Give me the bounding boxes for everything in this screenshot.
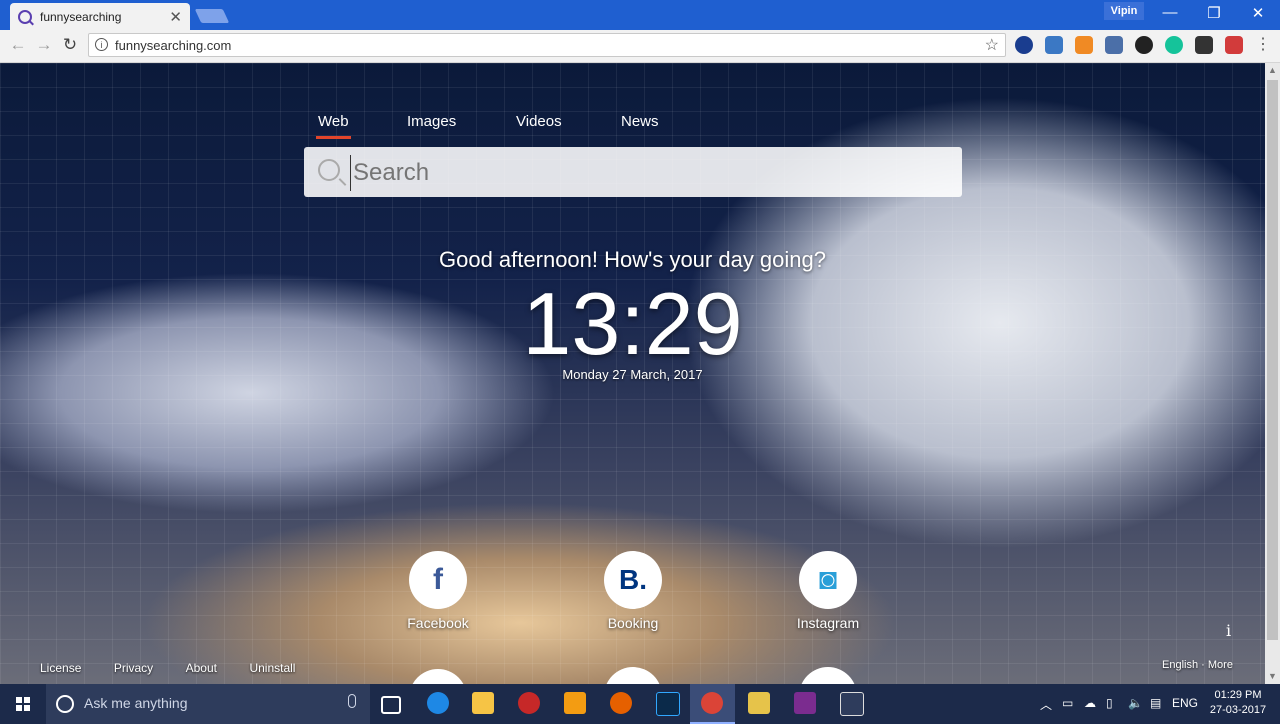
footer-license-link[interactable]: License: [40, 661, 81, 675]
photoshop-icon[interactable]: [656, 692, 680, 716]
folder-icon[interactable]: [748, 692, 770, 714]
tile-label: Booking: [607, 615, 659, 631]
browser-titlebar: funnysearching ✕ Vipin — ❐ ✕: [0, 0, 1280, 30]
booking-icon: B.: [604, 551, 662, 609]
language-indicator[interactable]: ENG: [1172, 696, 1198, 710]
cortana-icon: [56, 695, 74, 713]
search-icon: [318, 159, 340, 181]
back-arrow-icon[interactable]: ←: [8, 35, 28, 55]
info-icon[interactable]: i: [1226, 621, 1231, 640]
maximize-icon[interactable]: ❐: [1199, 4, 1229, 22]
file-explorer-icon[interactable]: [472, 692, 494, 714]
start-button[interactable]: [0, 684, 46, 724]
battery-icon[interactable]: ▭: [1062, 696, 1073, 710]
windows-logo-icon: [16, 697, 30, 711]
instagram-icon: ◙: [799, 551, 857, 609]
tab-web[interactable]: Web: [316, 113, 351, 139]
language-link[interactable]: English: [1162, 659, 1198, 671]
new-tab-button[interactable]: [194, 9, 230, 23]
tile-facebook[interactable]: f Facebook: [388, 551, 488, 631]
taskbar-time: 01:29 PM: [1214, 689, 1262, 701]
footer-links: License Privacy About Uninstall: [40, 659, 323, 677]
footer-uninstall-link[interactable]: Uninstall: [249, 661, 295, 675]
tile-label: Instagram: [796, 615, 860, 631]
facebook-icon: f: [409, 551, 467, 609]
info-icon[interactable]: i: [95, 38, 108, 51]
search-box: [304, 147, 962, 197]
microphone-icon[interactable]: [348, 694, 356, 708]
power-app-icon[interactable]: [518, 692, 540, 714]
tab-title: funnysearching: [40, 9, 122, 24]
cortana-search[interactable]: Ask me anything: [46, 684, 370, 724]
new-tab-page: Web Images Videos News Good afternoon! H…: [0, 63, 1280, 684]
scroll-up-icon[interactable]: ▲: [1265, 63, 1280, 78]
tile-label: Facebook: [407, 615, 469, 631]
forward-arrow-icon[interactable]: →: [34, 35, 54, 55]
extension-m-icon[interactable]: [1195, 36, 1213, 54]
more-link[interactable]: More: [1208, 659, 1233, 671]
onenote-icon[interactable]: [794, 692, 816, 714]
search-type-tabs: Web Images Videos News: [300, 113, 680, 143]
extension-user-icon[interactable]: [1045, 36, 1063, 54]
tile-instagram[interactable]: ◙ Instagram: [778, 551, 878, 631]
tray-chevron-icon[interactable]: ︿: [1040, 696, 1052, 713]
browser-tab[interactable]: funnysearching ✕: [10, 3, 190, 30]
greeting-text: Good afternoon! How's your day going?: [439, 247, 826, 272]
extension-eyedropper-icon[interactable]: [1105, 36, 1123, 54]
task-view-icon[interactable]: [381, 696, 401, 714]
footer-separator: ·: [1201, 659, 1208, 671]
chrome-icon: [701, 692, 723, 714]
extension-plus-icon[interactable]: [1225, 36, 1243, 54]
windows-taskbar: Ask me anything ︿ ▭ ☁ ▯ 🔈 ▤ ENG 01:29 PM…: [0, 684, 1280, 724]
scroll-down-icon[interactable]: ▼: [1265, 669, 1280, 684]
tab-videos[interactable]: Videos: [516, 113, 562, 130]
scroll-thumb[interactable]: [1267, 80, 1278, 640]
date-display: Monday 27 March, 2017: [562, 367, 703, 382]
clock-display: 13:29: [522, 274, 743, 373]
notifications-icon[interactable]: ▤: [1150, 696, 1161, 710]
address-bar[interactable]: i funnysearching.com ☆: [88, 33, 1006, 57]
firefox-icon[interactable]: [610, 692, 632, 714]
bookmark-star-icon[interactable]: ☆: [985, 35, 999, 55]
edge-browser-icon[interactable]: [427, 692, 449, 714]
taskbar-date: 27-03-2017: [1209, 704, 1267, 716]
close-window-icon[interactable]: ✕: [1243, 4, 1273, 22]
page-scrollbar[interactable]: ▲ ▼: [1265, 63, 1280, 684]
volume-icon[interactable]: 🔈: [1128, 696, 1143, 710]
calculator-icon[interactable]: [840, 692, 864, 716]
minimize-icon[interactable]: —: [1155, 4, 1185, 21]
cloud-icon[interactable]: ☁: [1084, 696, 1096, 710]
network-icon[interactable]: ▯: [1106, 696, 1113, 710]
search-favicon-icon: [18, 9, 32, 24]
taskbar-clock[interactable]: 01:29 PM 27-03-2017: [1206, 688, 1270, 718]
extension-dark-icon[interactable]: [1135, 36, 1153, 54]
tab-close-icon[interactable]: ✕: [169, 8, 182, 26]
menu-kebab-icon[interactable]: ⋮: [1254, 36, 1272, 54]
address-url[interactable]: funnysearching.com: [115, 38, 231, 53]
profile-button[interactable]: Vipin: [1104, 2, 1144, 20]
tile-booking[interactable]: B. Booking: [583, 551, 683, 631]
media-player-icon[interactable]: [564, 692, 586, 714]
extension-rss-icon[interactable]: [1075, 36, 1093, 54]
footer-about-link[interactable]: About: [186, 661, 217, 675]
footer-right: English · More: [1162, 659, 1233, 671]
chrome-taskbar-active[interactable]: [690, 684, 735, 724]
cortana-search-text: Ask me anything: [84, 695, 188, 711]
tab-images[interactable]: Images: [407, 113, 456, 130]
browser-toolbar: ← → ↻ i funnysearching.com ☆ ⋮: [0, 30, 1280, 63]
tab-news[interactable]: News: [621, 113, 659, 130]
extension-grammarly-icon[interactable]: [1165, 36, 1183, 54]
footer-privacy-link[interactable]: Privacy: [114, 661, 153, 675]
search-input[interactable]: [350, 155, 945, 191]
reload-icon[interactable]: ↻: [60, 35, 80, 55]
extension-translate-icon[interactable]: [1015, 36, 1033, 54]
